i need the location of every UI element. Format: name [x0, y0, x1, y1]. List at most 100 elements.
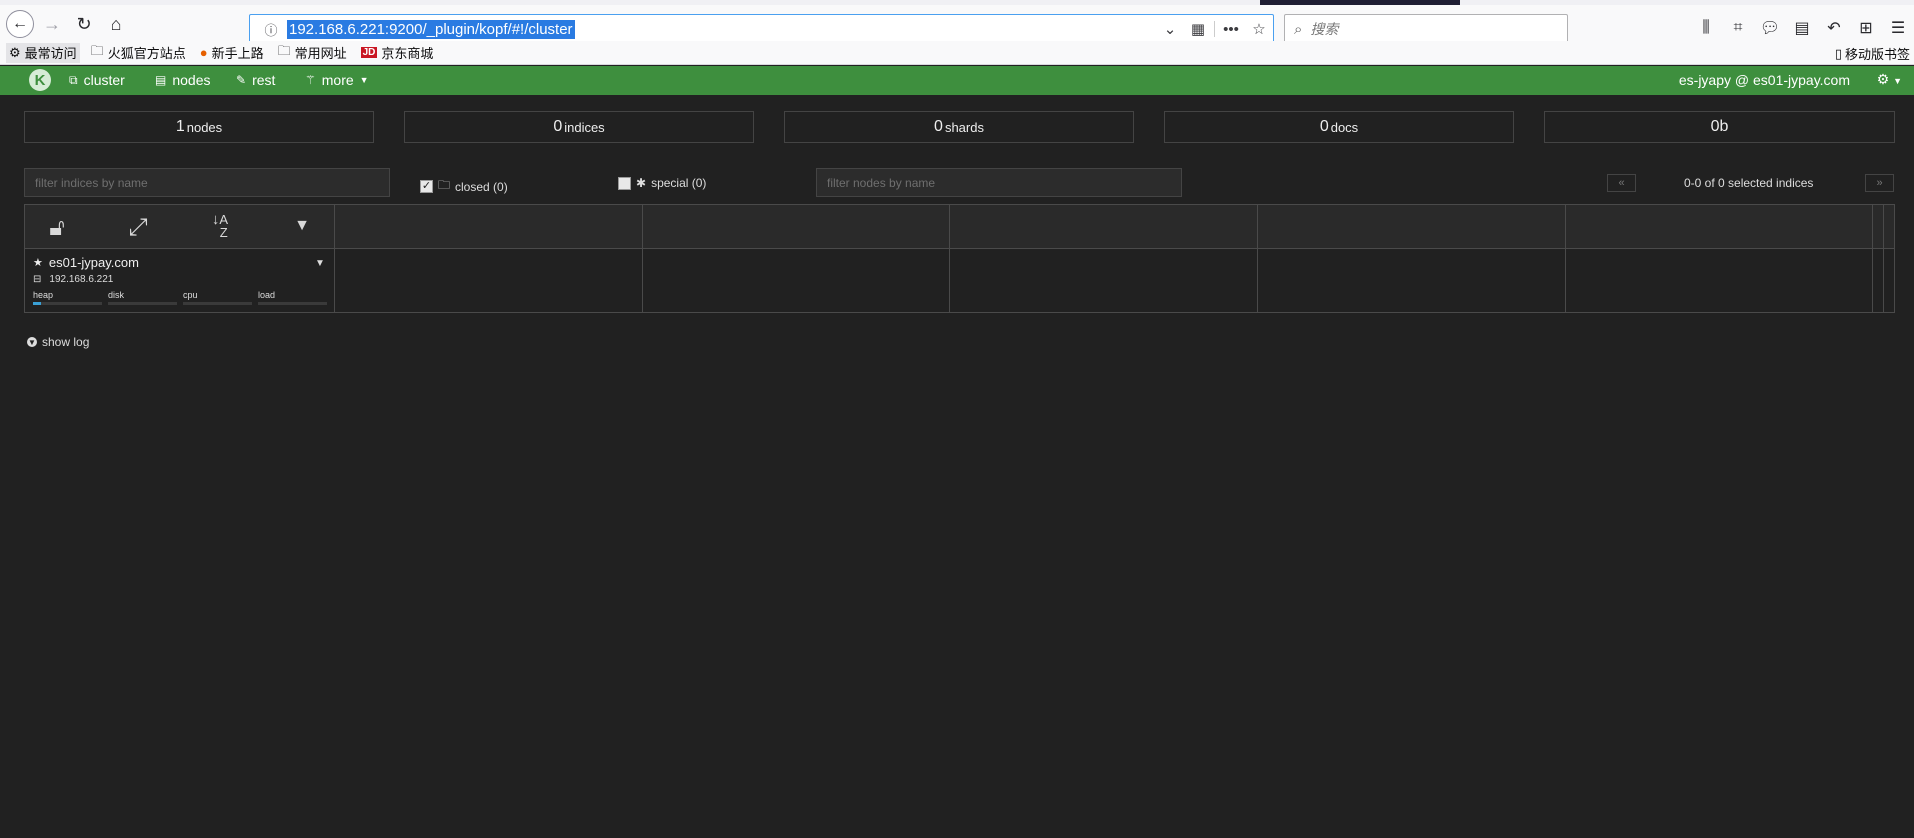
url-tools: ⌄ ▦ ••• ☆: [1156, 15, 1273, 43]
special-filter[interactable]: ✱ special (0): [618, 176, 706, 190]
nav-cluster[interactable]: ⧉ cluster: [69, 72, 125, 88]
nav-label: rest: [252, 72, 276, 88]
cluster-grid: 🔓︎ ⤢ ↓A Z ▼ ★ es01-jypay.com ▼ ⊟ 192.168.…: [24, 204, 1895, 313]
kopf-logo[interactable]: K: [29, 69, 51, 91]
hdd-icon: ⊟: [33, 274, 42, 285]
pager-next-button[interactable]: »: [1865, 174, 1894, 192]
nav-label: more: [321, 72, 354, 88]
undo-icon[interactable]: ↶: [1818, 18, 1850, 38]
metric-label: heap: [33, 290, 54, 300]
search-placeholder: 搜索: [1310, 21, 1339, 37]
node-name-row: ★ es01-jypay.com: [33, 255, 139, 270]
reload-icon: ↻: [76, 13, 92, 34]
home-button[interactable]: ⌂: [102, 10, 130, 38]
folder-icon: 🗀: [277, 42, 291, 58]
crop-icon[interactable]: ⌗: [1722, 19, 1754, 37]
library-icon[interactable]: ⫼: [1690, 19, 1722, 37]
gear-icon: ⚙: [9, 44, 21, 60]
metric-load: load: [258, 290, 327, 305]
column-divider: [642, 205, 643, 312]
stat-label: indices: [564, 119, 605, 135]
metric-heap: heap: [33, 290, 102, 305]
wand-icon: ⚚: [305, 73, 316, 87]
bookmark-jd[interactable]: JD 京东商城: [358, 43, 437, 63]
edit-icon: ✎: [236, 73, 247, 87]
stat-value: 0: [1319, 118, 1329, 135]
home-icon: ⌂: [110, 13, 122, 34]
url-text[interactable]: 192.168.6.221:9200/_plugin/kopf/#!/clust…: [287, 19, 575, 39]
show-log-toggle[interactable]: ▼ show log: [27, 335, 89, 349]
caret-down-icon[interactable]: ▼: [287, 217, 317, 235]
chevron-down-circle-icon: ▼: [27, 337, 37, 347]
sitemap-icon: ⧉: [69, 72, 78, 87]
metric-bar: [183, 302, 252, 305]
grid-header: 🔓︎ ⤢ ↓A Z ▼: [25, 205, 1894, 249]
bookmark-most-visited[interactable]: ⚙ 最常访问: [6, 42, 80, 63]
stat-label: docs: [1330, 119, 1359, 135]
mobile-icon: ▯: [1834, 45, 1842, 61]
puzzle-icon[interactable]: ⊞: [1850, 18, 1882, 38]
star-icon[interactable]: ☆: [1245, 20, 1273, 38]
more-actions-icon[interactable]: •••: [1217, 21, 1245, 38]
column-divider: [1883, 205, 1884, 312]
jd-icon: JD: [360, 47, 378, 58]
bookmark-firefox-site[interactable]: 🗀 火狐官方站点: [88, 43, 189, 63]
pager-prev-button[interactable]: «: [1607, 174, 1636, 192]
qr-code-icon[interactable]: ▦: [1184, 20, 1212, 38]
forward-button[interactable]: →: [38, 10, 66, 38]
special-checkbox[interactable]: [618, 176, 631, 190]
stat-value: 0: [934, 118, 943, 135]
stat-value: 0b: [1710, 118, 1729, 135]
nav-rest[interactable]: ✎ rest: [236, 72, 275, 88]
metric-bar-fill: [33, 302, 42, 305]
caret-down-icon: ▼: [1893, 76, 1902, 86]
back-button[interactable]: ←: [6, 10, 34, 38]
nav-more[interactable]: ⚚ more ▼: [305, 72, 369, 88]
hamburger-menu-icon[interactable]: ☰: [1882, 18, 1914, 38]
nav-nodes[interactable]: ▤ nodes: [155, 72, 211, 88]
divider: [1214, 21, 1215, 37]
closed-checkbox[interactable]: ✓: [420, 180, 433, 193]
metric-label: disk: [108, 290, 125, 300]
column-divider: [949, 205, 950, 312]
column-divider: [1872, 205, 1873, 312]
node-menu-caret[interactable]: ▼: [315, 258, 325, 269]
bookmark-label: 京东商城: [381, 46, 434, 61]
bookmark-label: 火狐官方站点: [107, 46, 186, 61]
app-header: K ⧉ cluster ▤ nodes ✎ rest ⚚ more ▼ es-j…: [0, 66, 1914, 95]
browser-navbar: ← → ↻ ⌂ ⓘ 192.168.6.221:9200/_plugin/kop…: [0, 5, 1914, 44]
mobile-bookmarks[interactable]: ▯ 移动版书签: [1835, 44, 1910, 63]
bookmark-common-sites[interactable]: 🗀 常用网址: [275, 43, 350, 63]
expand-icon[interactable]: ⤢: [123, 214, 153, 242]
filter-indices-input[interactable]: [24, 168, 390, 197]
stat-nodes: 1 nodes: [24, 111, 374, 143]
sort-alpha-icon[interactable]: ↓A Z: [205, 212, 235, 239]
search-icon: ⌕: [1294, 20, 1303, 38]
reload-button[interactable]: ↻: [70, 10, 98, 38]
metric-bar: [108, 302, 177, 305]
nav-label: nodes: [172, 72, 211, 88]
node-cell: ★ es01-jypay.com ▼ ⊟ 192.168.6.221 heap …: [25, 250, 334, 312]
bookmark-getting-started[interactable]: ● 新手上路: [197, 43, 267, 63]
pager-text: 0-0 of 0 selected indices: [1684, 176, 1814, 190]
url-bar[interactable]: ⓘ 192.168.6.221:9200/_plugin/kopf/#!/clu…: [249, 14, 1274, 44]
connection-label: es-jyapy @ es01-jypay.com: [1678, 72, 1850, 88]
chat-icon[interactable]: 💬︎: [1754, 18, 1786, 38]
stat-size: 0b: [1544, 111, 1895, 143]
stat-indices: 0 indices: [404, 111, 754, 143]
settings-menu[interactable]: ⚙ ▼: [1877, 71, 1902, 88]
stat-value: 0: [553, 118, 563, 135]
stat-docs: 0 docs: [1164, 111, 1514, 143]
sidebar-icon[interactable]: ▤: [1786, 18, 1818, 38]
unlock-icon[interactable]: 🔓︎: [42, 214, 72, 242]
closed-label: closed (0): [455, 179, 508, 194]
info-icon[interactable]: ⓘ: [259, 20, 283, 39]
metric-disk: disk: [108, 290, 177, 305]
closed-filter[interactable]: ✓ 🗀 closed (0): [420, 176, 508, 197]
show-log-label: show log: [42, 335, 90, 349]
filter-nodes-input[interactable]: [816, 168, 1182, 197]
node-ip: 192.168.6.221: [49, 274, 114, 285]
bookmark-label: 新手上路: [211, 46, 264, 61]
search-bar[interactable]: ⌕ 搜索: [1284, 14, 1568, 44]
chevron-down-icon[interactable]: ⌄: [1156, 20, 1184, 38]
